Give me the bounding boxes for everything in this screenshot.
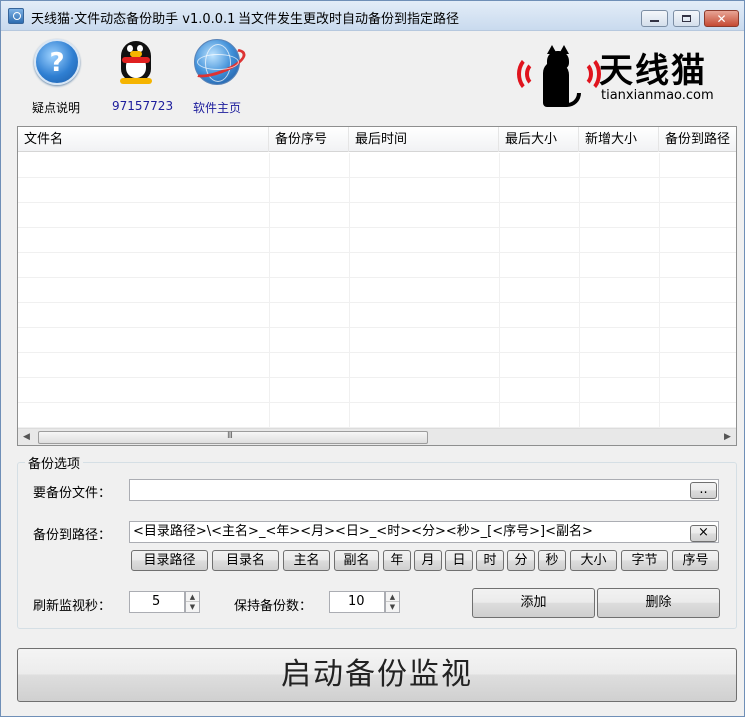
scroll-right-icon[interactable]: ▶ bbox=[719, 429, 736, 445]
keep-count-label: 保持备份数： bbox=[234, 599, 313, 614]
token-button-bytes[interactable]: 字节 bbox=[621, 550, 668, 571]
refresh-seconds-input[interactable]: 5 bbox=[129, 591, 185, 613]
app-icon[interactable] bbox=[8, 8, 24, 24]
start-monitor-button[interactable]: 启动备份监视 bbox=[17, 648, 737, 702]
list-header: 文件名 备份序号 最后时间 最后大小 新增大小 备份到路径 bbox=[18, 127, 736, 152]
scroll-left-icon[interactable]: ◀ bbox=[18, 429, 35, 445]
app-window: 天线猫·文件动态备份助手 v1.0.0.1 当文件发生更改时自动备份到指定路径 … bbox=[0, 0, 745, 717]
table-row-divider bbox=[18, 177, 736, 178]
clear-path-button[interactable]: × bbox=[690, 525, 717, 542]
qq-penguin-icon bbox=[113, 39, 159, 85]
browse-button[interactable]: .. bbox=[690, 482, 717, 499]
qq-label: 97157723 bbox=[112, 99, 174, 113]
minimize-icon bbox=[650, 20, 659, 22]
token-button-ext-name[interactable]: 副名 bbox=[334, 550, 379, 571]
close-icon: ✕ bbox=[716, 11, 727, 26]
token-button-hour[interactable]: 时 bbox=[476, 550, 504, 571]
file-input[interactable] bbox=[129, 479, 719, 501]
scroll-thumb[interactable]: III bbox=[38, 431, 428, 444]
horizontal-scrollbar[interactable]: ◀ III ▶ bbox=[18, 428, 736, 445]
refresh-label: 刷新监视秒： bbox=[33, 599, 112, 614]
token-button-minute[interactable]: 分 bbox=[507, 550, 535, 571]
group-title: 备份选项 bbox=[25, 453, 84, 472]
refresh-stepper[interactable]: ▲ ▼ bbox=[185, 591, 200, 613]
table-row-divider bbox=[18, 252, 736, 253]
token-button-day[interactable]: 日 bbox=[445, 550, 473, 571]
brand-logo: 天线猫 tianxianmao.com bbox=[513, 41, 735, 111]
table-row-divider bbox=[18, 202, 736, 203]
add-button[interactable]: 添加 bbox=[472, 588, 595, 618]
table-row-divider bbox=[18, 352, 736, 353]
window-title: 天线猫·文件动态备份助手 v1.0.0.1 bbox=[31, 12, 236, 27]
column-header-seq[interactable]: 备份序号 bbox=[269, 127, 349, 152]
homepage-label: 软件主页 bbox=[193, 101, 242, 115]
stepper-down-icon[interactable]: ▼ bbox=[386, 602, 399, 612]
table-row-divider bbox=[18, 377, 736, 378]
keep-count-input[interactable]: 10 bbox=[329, 591, 385, 613]
scroll-grip: III bbox=[227, 431, 233, 441]
list-rows[interactable] bbox=[18, 153, 736, 428]
help-icon: ? bbox=[34, 39, 80, 85]
close-button[interactable]: ✕ bbox=[704, 10, 739, 27]
qq-button[interactable]: 97157723 bbox=[112, 39, 173, 113]
token-button-main-name[interactable]: 主名 bbox=[283, 550, 330, 571]
globe-icon bbox=[186, 39, 250, 85]
logo-domain: tianxianmao.com bbox=[601, 88, 714, 103]
cat-icon bbox=[539, 45, 581, 107]
table-row-divider bbox=[18, 227, 736, 228]
maximize-icon bbox=[682, 15, 691, 22]
table-row-divider bbox=[18, 302, 736, 303]
token-button-month[interactable]: 月 bbox=[414, 550, 442, 571]
help-button[interactable]: ? 疑点说明 bbox=[32, 39, 81, 115]
file-list[interactable]: 文件名 备份序号 最后时间 最后大小 新增大小 备份到路径 ◀ III ▶ bbox=[17, 126, 737, 446]
path-label: 备份到路径： bbox=[33, 528, 112, 543]
maximize-button[interactable] bbox=[673, 10, 700, 27]
token-button-year[interactable]: 年 bbox=[383, 550, 411, 571]
stepper-down-icon[interactable]: ▼ bbox=[186, 602, 199, 612]
token-button-dir-name[interactable]: 目录名 bbox=[212, 550, 279, 571]
keep-count-stepper[interactable]: ▲ ▼ bbox=[385, 591, 400, 613]
file-label: 要备份文件： bbox=[33, 486, 112, 501]
stepper-up-icon[interactable]: ▲ bbox=[186, 592, 199, 602]
column-header-last-time[interactable]: 最后时间 bbox=[349, 127, 499, 152]
column-header-added-size[interactable]: 新增大小 bbox=[579, 127, 659, 152]
homepage-button[interactable]: 软件主页 bbox=[186, 39, 250, 115]
token-button-dir-path[interactable]: 目录路径 bbox=[131, 550, 208, 571]
path-input[interactable]: <目录路径>\<主名>_<年><月><日>_<时><分><秒>_[<序号>]<副… bbox=[129, 521, 719, 543]
logo-text: 天线猫 bbox=[599, 51, 707, 91]
column-header-filename[interactable]: 文件名 bbox=[18, 127, 269, 152]
title-bar[interactable]: 天线猫·文件动态备份助手 v1.0.0.1 当文件发生更改时自动备份到指定路径 … bbox=[1, 1, 744, 31]
token-button-size[interactable]: 大小 bbox=[570, 550, 617, 571]
token-button-seq[interactable]: 序号 bbox=[672, 550, 719, 571]
table-row-divider bbox=[18, 327, 736, 328]
delete-button[interactable]: 删除 bbox=[597, 588, 720, 618]
minimize-button[interactable] bbox=[641, 10, 668, 27]
help-label: 疑点说明 bbox=[32, 101, 81, 115]
column-header-dest-path[interactable]: 备份到路径 bbox=[659, 127, 736, 152]
column-header-last-size[interactable]: 最后大小 bbox=[499, 127, 579, 152]
stepper-up-icon[interactable]: ▲ bbox=[386, 592, 399, 602]
table-row-divider bbox=[18, 402, 736, 403]
token-button-second[interactable]: 秒 bbox=[538, 550, 566, 571]
table-row-divider bbox=[18, 277, 736, 278]
window-subtitle: 当文件发生更改时自动备份到指定路径 bbox=[238, 12, 460, 27]
